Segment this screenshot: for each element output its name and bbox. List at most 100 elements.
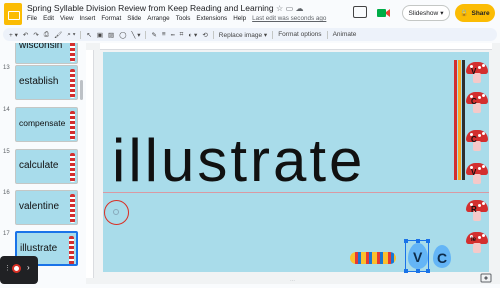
undo-icon[interactable]: ↶ (23, 31, 28, 39)
format-options-button[interactable]: Format options (278, 31, 321, 38)
slide-thumbnail[interactable]: compensate (15, 107, 78, 142)
slide-number: 17 (3, 231, 10, 237)
share-button[interactable]: 🔒 Share (455, 4, 495, 22)
replace-image-label: Replace image (218, 31, 263, 39)
border-color-icon[interactable]: ✎ (151, 31, 156, 39)
mushroom-letter: V (471, 67, 477, 76)
slide-thumbnail[interactable]: valentine (15, 190, 78, 225)
horizontal-ruler (100, 43, 492, 50)
menu-help[interactable]: Help (233, 15, 246, 25)
resize-handle[interactable] (426, 239, 430, 243)
mushroom-image[interactable]: V (466, 62, 488, 84)
decoration-stripe (454, 60, 457, 180)
cursor-icon (113, 209, 119, 215)
new-slide-icon[interactable]: + ▾ (9, 31, 18, 39)
mushroom-letter: R (471, 205, 477, 214)
mushroom-image[interactable]: le (466, 232, 488, 254)
text-box-icon[interactable]: ▣ (97, 31, 103, 39)
menu-arrange[interactable]: Arrange (147, 15, 169, 25)
document-title[interactable]: Spring Syllable Division Review from Kee… (27, 3, 274, 13)
share-label: Share (471, 9, 490, 17)
slide-filmstrip[interactable]: wisconsin 13 establish 14 compensate 15 … (0, 43, 83, 284)
mushroom-image[interactable]: C (466, 130, 488, 152)
resize-handle[interactable] (404, 239, 408, 243)
image-icon[interactable]: ▨ (108, 31, 114, 39)
menu-format[interactable]: Format (101, 15, 121, 25)
resize-handle[interactable] (426, 269, 430, 273)
toolbar-divider (272, 30, 274, 39)
selection-box[interactable] (404, 239, 430, 273)
slide-number: 16 (3, 190, 10, 196)
mushroom-letter: le (471, 237, 477, 243)
explore-icon[interactable] (480, 270, 492, 283)
slide-number: 14 (3, 107, 10, 113)
last-edit-link[interactable]: Last edit was seconds ago (252, 15, 326, 25)
slide-number: 15 (3, 149, 10, 155)
decoration-stripe (458, 60, 461, 180)
document-title-row: Spring Syllable Division Review from Kee… (27, 3, 304, 13)
comment-history-icon[interactable] (353, 6, 367, 18)
menu-edit[interactable]: Edit (43, 15, 54, 25)
vertical-ruler (86, 50, 94, 278)
star-icon[interactable]: ☆ (276, 4, 283, 13)
thumbnail-word: valentine (19, 201, 60, 212)
menu-extensions[interactable]: Extensions (196, 15, 227, 25)
print-icon[interactable]: ⎙ (44, 31, 49, 39)
thumbnail-decoration (70, 43, 75, 62)
mushroom-image[interactable]: R (466, 200, 488, 222)
slide-number: 13 (3, 65, 10, 71)
thumbnail-decoration (70, 153, 75, 182)
toolbar-divider (212, 30, 214, 39)
thumbnail-word: calculate (19, 160, 59, 171)
menu-view[interactable]: View (60, 15, 74, 25)
slide-thumbnail[interactable]: wisconsin (15, 43, 78, 64)
chevron-right-icon[interactable]: › (27, 263, 30, 272)
slide-thumbnail[interactable]: establish (15, 65, 78, 100)
menu-insert[interactable]: Insert (80, 15, 96, 25)
replace-image-button[interactable]: Replace image ▾ (219, 31, 267, 39)
line-icon[interactable]: ╲ ▾ (131, 31, 140, 39)
mushroom-image[interactable]: C (466, 92, 488, 114)
menu-slide[interactable]: Slide (127, 15, 141, 25)
resize-handle[interactable] (416, 239, 420, 243)
mushroom-letter: C (471, 135, 477, 144)
smart-guide-line (103, 192, 489, 193)
cloud-status-icon[interactable]: ☁ (296, 4, 304, 13)
mushroom-letter: V (471, 168, 477, 177)
toolbar-divider (326, 30, 328, 39)
reset-image-icon[interactable]: ⟲ (202, 31, 207, 39)
thumbnail-decoration (69, 236, 74, 264)
chevron-down-icon[interactable]: ▾ (440, 9, 443, 17)
record-icon[interactable] (12, 264, 21, 273)
redo-icon[interactable]: ↷ (33, 31, 38, 39)
caterpillar-image[interactable] (350, 252, 396, 264)
filmstrip-scrollbar[interactable] (80, 80, 83, 100)
paint-format-icon[interactable]: 🖌 (54, 31, 62, 39)
border-dash-icon[interactable]: ┅ (171, 31, 175, 39)
menu-file[interactable]: File (27, 15, 37, 25)
slide-main-word[interactable]: illustrate (112, 128, 365, 194)
raindrop-letter: C (437, 250, 448, 266)
move-folder-icon[interactable]: ▭ (286, 4, 294, 13)
speaker-notes-handle[interactable]: ⋯ (290, 278, 295, 284)
mask-icon[interactable]: ◐ ▾ (188, 31, 197, 39)
toolbar-divider (80, 30, 82, 39)
mushroom-image[interactable]: V (466, 163, 488, 185)
meet-icon[interactable] (376, 6, 392, 18)
shape-icon[interactable]: ◯ (119, 31, 126, 39)
select-icon[interactable]: ↖ (86, 31, 91, 39)
mushroom-letter: C (471, 97, 477, 106)
animate-button[interactable]: Animate (333, 31, 357, 38)
zoom-icon[interactable]: ⌕ ▾ (67, 31, 75, 39)
raindrop-image[interactable]: C (433, 245, 451, 268)
resize-handle[interactable] (404, 269, 408, 273)
slide-thumbnail[interactable]: calculate (15, 149, 78, 184)
slideshow-label: Slideshow (408, 9, 439, 17)
resize-handle[interactable] (416, 269, 420, 273)
menu-tools[interactable]: Tools (176, 15, 191, 25)
slides-logo-icon[interactable] (4, 3, 22, 25)
slideshow-button[interactable]: Slideshow ▾ (402, 5, 450, 21)
thumbnail-word: compensate (19, 118, 66, 128)
border-weight-icon[interactable]: ≡ (162, 31, 166, 38)
crop-icon[interactable]: ⌗ (180, 31, 184, 39)
